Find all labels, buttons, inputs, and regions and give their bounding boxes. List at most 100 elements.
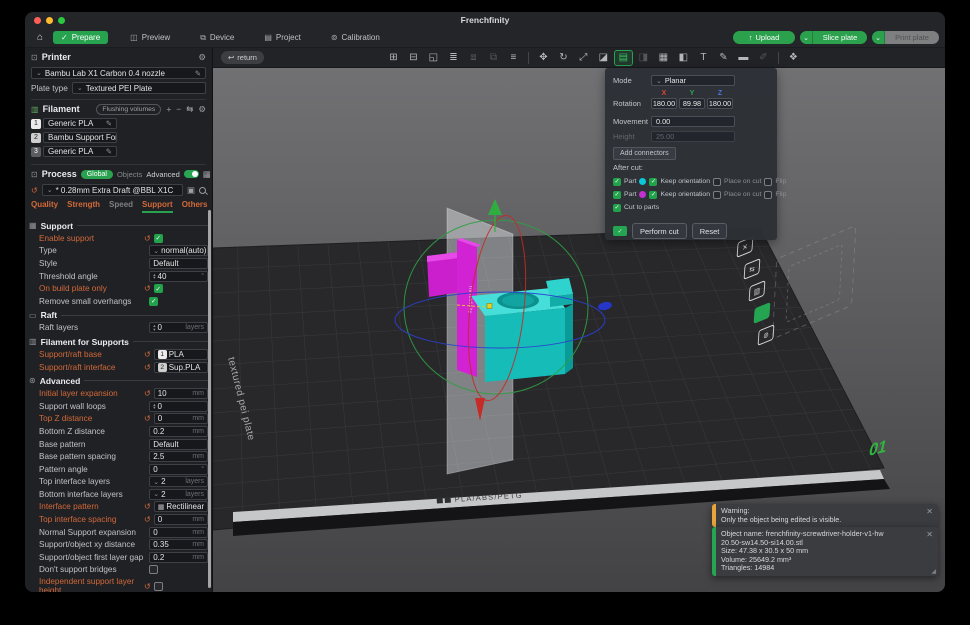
process-tab-quality[interactable]: Quality bbox=[31, 200, 58, 213]
setting-field[interactable]: 2.5 mm bbox=[149, 451, 208, 463]
part-checkbox[interactable]: ✓ bbox=[613, 190, 621, 199]
text-icon[interactable]: T bbox=[694, 50, 713, 66]
tab-preview[interactable]: ◫ Preview bbox=[122, 31, 178, 44]
place-on-cut-checkbox[interactable] bbox=[712, 177, 721, 186]
advanced-toggle[interactable] bbox=[183, 170, 199, 178]
setting-field[interactable]: 10 mm bbox=[153, 388, 208, 400]
revert-icon[interactable]: ↺ bbox=[144, 414, 151, 423]
process-tab-others[interactable]: Others bbox=[182, 200, 208, 213]
seam-icon[interactable]: ▬ bbox=[734, 50, 753, 66]
flip-checkbox[interactable] bbox=[764, 177, 773, 186]
process-preset-select[interactable]: ⌄ * 0.28mm Extra Draft @BBL X1C bbox=[41, 184, 183, 196]
scale-icon[interactable]: ⤢ bbox=[574, 50, 593, 66]
revert-icon[interactable]: ↺ bbox=[144, 350, 151, 359]
setting-field[interactable]: 0 mm bbox=[149, 526, 208, 538]
filament-name-field[interactable]: Generic PLA ✎ bbox=[43, 146, 117, 157]
global-tab[interactable]: Global bbox=[80, 169, 113, 179]
process-tab-support[interactable]: Support bbox=[142, 200, 173, 213]
process-tab-strength[interactable]: Strength bbox=[67, 200, 100, 213]
setting-field[interactable]: 0 mm bbox=[153, 413, 208, 425]
keep-orientation-checkbox[interactable]: ✓ bbox=[649, 190, 658, 199]
revert-icon[interactable]: ↺ bbox=[144, 582, 151, 591]
printer-preset-select[interactable]: ⌄ Bambu Lab X1 Carbon 0.4 nozzle ✎ bbox=[31, 67, 206, 79]
perform-cut-button[interactable]: Perform cut bbox=[632, 223, 687, 239]
add-plate-icon[interactable]: ⊟ bbox=[404, 50, 423, 66]
auto-orient-icon[interactable]: ◱ bbox=[424, 50, 443, 66]
sidebar-scrollbar[interactable] bbox=[208, 210, 211, 588]
checkbox[interactable] bbox=[149, 565, 159, 575]
checkbox[interactable] bbox=[153, 581, 163, 591]
rotation-z-input[interactable]: 180.00 bbox=[707, 98, 733, 109]
rotation-x-input[interactable]: 180.00 bbox=[651, 98, 677, 109]
setting-field[interactable]: 0.2 mm bbox=[149, 425, 208, 437]
cut-center-handle[interactable] bbox=[486, 303, 493, 309]
flatten-icon[interactable]: ◪ bbox=[594, 50, 613, 66]
tab-prepare[interactable]: ✓ Prepare bbox=[53, 31, 109, 44]
search-icon[interactable] bbox=[199, 186, 206, 194]
checkbox[interactable]: ✓ bbox=[153, 284, 163, 294]
edit-printer-icon[interactable]: ✎ bbox=[195, 69, 201, 78]
close-icon[interactable]: ✕ bbox=[926, 504, 938, 527]
plate-type-select[interactable]: ⌄ Textured PEI Plate bbox=[71, 82, 206, 94]
home-icon[interactable]: ⌂ bbox=[31, 30, 49, 45]
printer-settings-gear-icon[interactable]: ⚙ bbox=[198, 52, 206, 63]
tab-device[interactable]: ⧉ Device bbox=[192, 31, 242, 45]
checkbox[interactable]: ✓ bbox=[153, 233, 163, 243]
revert-all-icon[interactable]: ↺ bbox=[31, 186, 38, 195]
rotation-y-input[interactable]: 89.98 bbox=[679, 98, 705, 109]
filament-item[interactable]: 2Bambu Support For ...✎ bbox=[31, 132, 117, 143]
parameter-table-icon[interactable]: ▦ bbox=[203, 169, 211, 180]
setting-field[interactable]: ▴ ▾ 0 bbox=[149, 400, 208, 412]
add-filament-icon[interactable]: + bbox=[166, 104, 171, 114]
flip-checkbox[interactable] bbox=[764, 190, 773, 199]
filament-name-field[interactable]: Generic PLA ✎ bbox=[43, 118, 117, 129]
move-icon[interactable]: ✥ bbox=[534, 50, 553, 66]
filament-settings-gear-icon[interactable]: ⚙ bbox=[198, 104, 206, 115]
layers-icon[interactable]: ≡ bbox=[504, 50, 523, 66]
flushing-volumes-button[interactable]: Flushing volumes bbox=[96, 103, 162, 115]
setting-field[interactable]: ⌄ 2 layers bbox=[149, 488, 208, 500]
filament-item[interactable]: 1 Generic PLA ✎ bbox=[31, 118, 117, 129]
reset-button[interactable]: Reset bbox=[691, 223, 728, 239]
setting-field[interactable]: ▦Rectilinear I... bbox=[153, 501, 208, 513]
add-object-icon[interactable]: ⊞ bbox=[384, 50, 403, 66]
cut-to-parts-checkbox[interactable]: ✓ bbox=[613, 203, 621, 212]
edit-icon[interactable]: ✎ bbox=[106, 147, 112, 156]
tab-project[interactable]: ▤ Project bbox=[256, 31, 308, 44]
cut-icon[interactable]: ▤ bbox=[613, 49, 633, 66]
rotate-icon[interactable]: ↻ bbox=[554, 50, 573, 66]
edit-icon[interactable]: ✎ bbox=[106, 119, 112, 128]
return-button[interactable]: ↩ return bbox=[221, 51, 264, 64]
setting-field[interactable]: 2 Sup.PLA bbox=[153, 361, 208, 373]
movement-input[interactable]: 0.00 bbox=[651, 116, 735, 127]
part-checkbox[interactable]: ✓ bbox=[613, 177, 621, 186]
revert-icon[interactable]: ↺ bbox=[144, 363, 151, 372]
slice-dropdown-button[interactable]: ⌄ bbox=[800, 31, 813, 44]
mode-select[interactable]: ⌄ Planar bbox=[651, 75, 735, 86]
tab-calibration[interactable]: ⊚ Calibration bbox=[323, 31, 388, 44]
viewport[interactable]: ↩ return ⊞ ⊟ ◱ ≣ ⧈ ⧉ ≡ ✥ ↻ ⤢ ◪ ▤ ◨ ▦ ◧ T ✎ ▬ ✐ ❖ bbox=[213, 48, 945, 592]
setting-field[interactable]: Default bbox=[149, 438, 208, 450]
setting-field[interactable]: 0 ° bbox=[149, 463, 208, 475]
objects-tab[interactable]: Objects bbox=[117, 170, 142, 179]
spinner-icon[interactable]: ▴ ▾ bbox=[153, 402, 155, 410]
checkbox[interactable]: ✓ bbox=[149, 296, 159, 306]
ams-sync-icon[interactable]: ⇆ bbox=[186, 104, 193, 115]
spinner-icon[interactable]: ▴ ▾ bbox=[153, 272, 155, 280]
revert-icon[interactable]: ↺ bbox=[144, 502, 151, 511]
keep-orientation-checkbox[interactable]: ✓ bbox=[649, 177, 658, 186]
setting-field[interactable]: ⌄ normal(auto) bbox=[149, 245, 208, 257]
setting-field[interactable]: 1 PLA bbox=[153, 348, 208, 360]
filament-name-field[interactable]: Bambu Support For ...✎ bbox=[43, 132, 117, 143]
revert-icon[interactable]: ↺ bbox=[144, 389, 151, 398]
process-tab-speed[interactable]: Speed bbox=[109, 200, 133, 213]
setting-field[interactable]: Default bbox=[149, 257, 208, 269]
arrange-icon[interactable]: ≣ bbox=[444, 50, 463, 66]
revert-icon[interactable]: ↺ bbox=[144, 234, 151, 243]
setting-field[interactable]: ▴ ▾ 40 ° bbox=[149, 270, 208, 282]
save-preset-icon[interactable]: ▣ bbox=[187, 185, 195, 196]
upload-button[interactable]: ↑ Upload bbox=[733, 31, 795, 44]
slice-plate-button[interactable]: Slice plate bbox=[813, 31, 867, 44]
spinner-icon[interactable]: ▴ ▾ bbox=[153, 324, 155, 332]
place-on-cut-checkbox[interactable] bbox=[712, 190, 721, 199]
